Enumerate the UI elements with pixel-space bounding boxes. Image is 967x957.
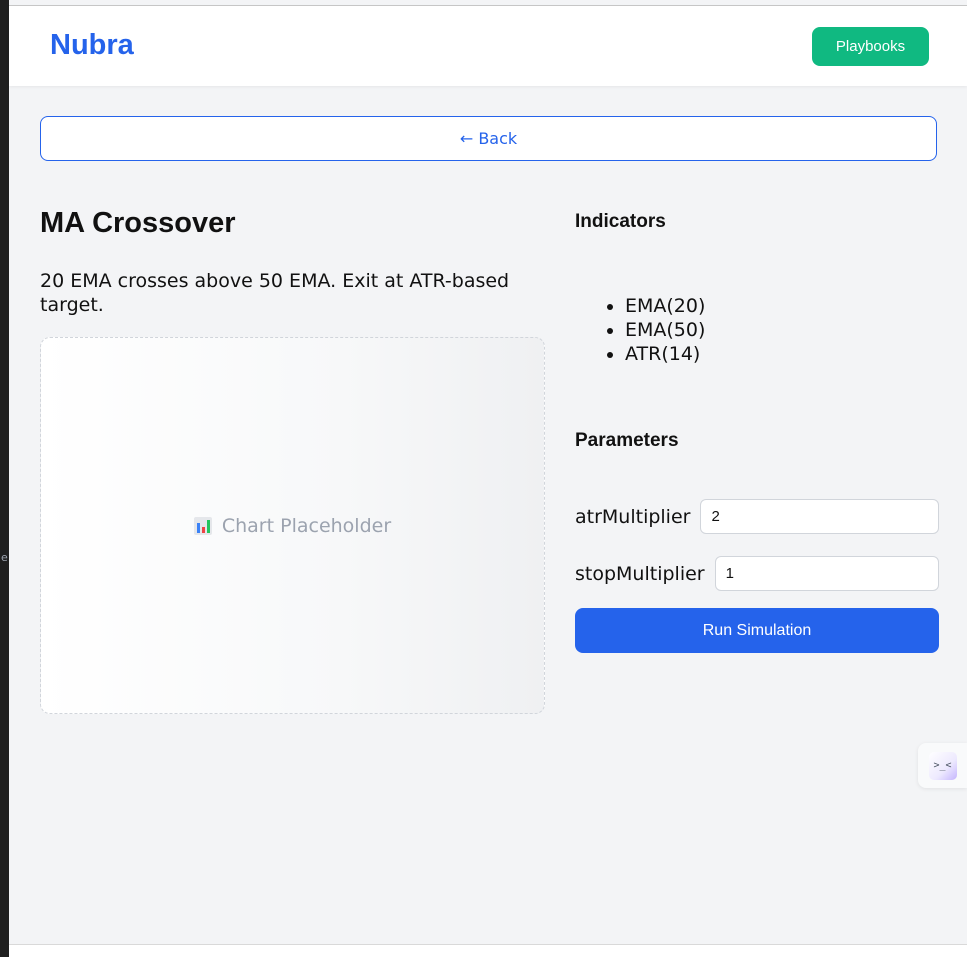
bar-chart-icon [193, 516, 212, 535]
strategy-description: 20 EMA crosses above 50 EMA. Exit at ATR… [40, 270, 510, 316]
assistant-face-icon[interactable]: >_< [928, 751, 957, 780]
playbooks-button[interactable]: Playbooks [812, 27, 929, 66]
param-row-stop-multiplier: stopMultiplier [575, 556, 939, 591]
atr-multiplier-label: atrMultiplier [575, 505, 691, 528]
indicator-item: ATR(14) [625, 342, 705, 366]
chart-placeholder: Chart Placeholder [40, 337, 545, 714]
chart-placeholder-text: Chart Placeholder [221, 514, 392, 537]
bar-chart-icon-bar [201, 526, 205, 533]
bar-chart-icon-bar [206, 519, 210, 533]
left-window-edge: e [0, 0, 9, 957]
app-root: Nubra Playbooks ← Back MA Crossover 20 E… [9, 0, 967, 957]
indicator-item: EMA(20) [625, 294, 705, 318]
brand-logo[interactable]: Nubra [50, 29, 134, 62]
param-row-atr-multiplier: atrMultiplier [575, 499, 939, 534]
assistant-widget[interactable]: >_< [918, 743, 967, 788]
back-button[interactable]: ← Back [40, 116, 937, 161]
indicators-heading: Indicators [575, 211, 666, 232]
strategy-title: MA Crossover [40, 207, 236, 239]
chart-placeholder-label-group: Chart Placeholder [193, 514, 392, 537]
parameters-heading: Parameters [575, 430, 679, 451]
stop-multiplier-label: stopMultiplier [575, 562, 705, 585]
stop-multiplier-input[interactable] [714, 556, 939, 591]
bottom-strip [9, 945, 967, 957]
top-header: Nubra Playbooks [9, 6, 967, 86]
atr-multiplier-input[interactable] [700, 499, 939, 534]
run-simulation-button[interactable]: Run Simulation [575, 608, 939, 653]
edge-glyph: e [1, 551, 8, 564]
bar-chart-icon-bar [196, 522, 200, 533]
indicator-item: EMA(50) [625, 318, 705, 342]
indicators-list: EMA(20) EMA(50) ATR(14) [607, 294, 705, 366]
